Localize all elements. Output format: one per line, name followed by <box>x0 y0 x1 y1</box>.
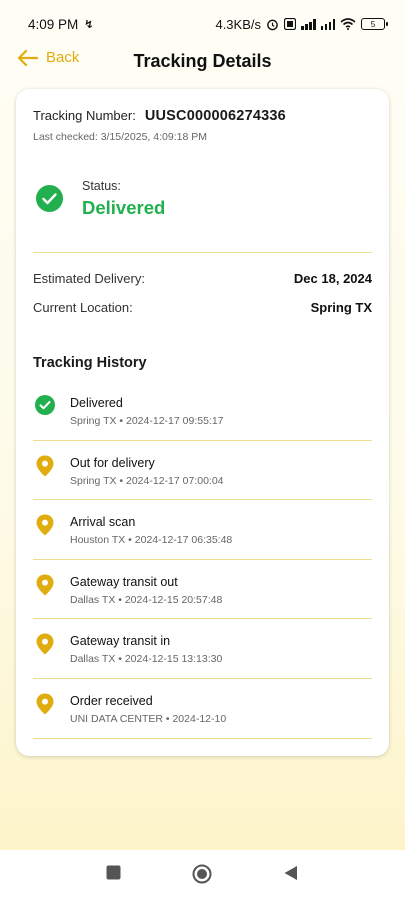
history-item: Out for delivery Spring TX • 2024-12-17 … <box>33 441 372 501</box>
battery-icon: 5 <box>361 18 388 30</box>
history-event: Arrival scan <box>70 515 136 530</box>
tracking-history-list: Delivered Spring TX • 2024-12-17 09:55:1… <box>33 381 372 739</box>
back-nav-button[interactable] <box>283 865 298 881</box>
history-event: Out for delivery <box>70 455 155 470</box>
current-location-value: Spring TX <box>310 300 372 315</box>
estimated-delivery-label: Estimated Delivery: <box>33 271 145 286</box>
notification-icon: ↯ <box>84 18 94 31</box>
home-button[interactable] <box>192 864 212 884</box>
clock: 4:09 PM <box>28 16 79 32</box>
alarm-icon <box>267 19 278 30</box>
wifi-icon <box>340 18 356 30</box>
check-circle-icon <box>35 395 55 415</box>
estimated-delivery-value: Dec 18, 2024 <box>293 271 372 286</box>
current-location-row: Current Location: Spring TX <box>33 300 372 315</box>
history-item: Arrival scan Houston TX • 2024-12-17 06:… <box>33 500 372 560</box>
check-circle-icon <box>36 185 63 212</box>
system-nav-bar <box>0 850 405 900</box>
tracking-number-value: UUSC000006274336 <box>144 108 286 124</box>
cell-signal-2-icon <box>320 18 335 30</box>
history-event: Delivered <box>70 396 123 410</box>
status-label: Status: <box>82 179 121 193</box>
tracking-number-label: Tracking Number: <box>33 108 136 123</box>
system-status-bar: 4:09 PM ↯ 4.3KB/s 5 <box>0 0 405 48</box>
current-location-label: Current Location: <box>33 300 133 315</box>
location-pin-icon <box>36 455 54 477</box>
history-meta: Houston TX • 2024-12-17 06:35:48 <box>70 534 233 547</box>
page-title: Tracking Details <box>133 51 272 71</box>
history-item: Delivered Spring TX • 2024-12-17 09:55:1… <box>33 381 372 441</box>
tracking-details-card: Tracking Number: UUSC000006274336 Last c… <box>16 89 389 756</box>
location-pin-icon <box>36 574 54 596</box>
location-pin-icon <box>36 693 54 715</box>
tracking-number-row: Tracking Number: UUSC000006274336 <box>33 108 286 124</box>
app-header: Back Tracking Details <box>0 44 405 78</box>
last-checked-text: Last checked: 3/15/2025, 4:09:18 PM <box>33 131 207 143</box>
history-meta: UNI DATA CENTER • 2024-12-10 <box>70 712 227 725</box>
network-speed: 4.3KB/s <box>215 16 261 32</box>
history-item: Order received UNI DATA CENTER • 2024-12… <box>33 679 372 739</box>
tracking-history-title: Tracking History <box>33 355 147 371</box>
history-item: Gateway transit out Dallas TX • 2024-12-… <box>33 560 372 620</box>
estimated-delivery-row: Estimated Delivery: Dec 18, 2024 <box>33 271 372 286</box>
recents-button[interactable] <box>106 865 121 880</box>
location-pin-icon <box>36 633 54 655</box>
history-item: Gateway transit in Dallas TX • 2024-12-1… <box>33 619 372 679</box>
history-meta: Dallas TX • 2024-12-15 20:57:48 <box>70 593 223 606</box>
history-event: Gateway transit in <box>70 634 171 649</box>
history-meta: Dallas TX • 2024-12-15 13:13:30 <box>70 653 223 666</box>
volte-icon <box>284 18 296 30</box>
status-value: Delivered <box>82 197 166 218</box>
location-pin-icon <box>36 514 54 536</box>
history-meta: Spring TX • 2024-12-17 09:55:17 <box>70 415 224 427</box>
divider <box>33 252 372 253</box>
battery-level: 5 <box>370 19 376 29</box>
cell-signal-icon <box>301 18 316 30</box>
history-meta: Spring TX • 2024-12-17 07:00:04 <box>70 474 224 487</box>
history-event: Gateway transit out <box>70 574 178 589</box>
history-event: Order received <box>70 693 153 708</box>
